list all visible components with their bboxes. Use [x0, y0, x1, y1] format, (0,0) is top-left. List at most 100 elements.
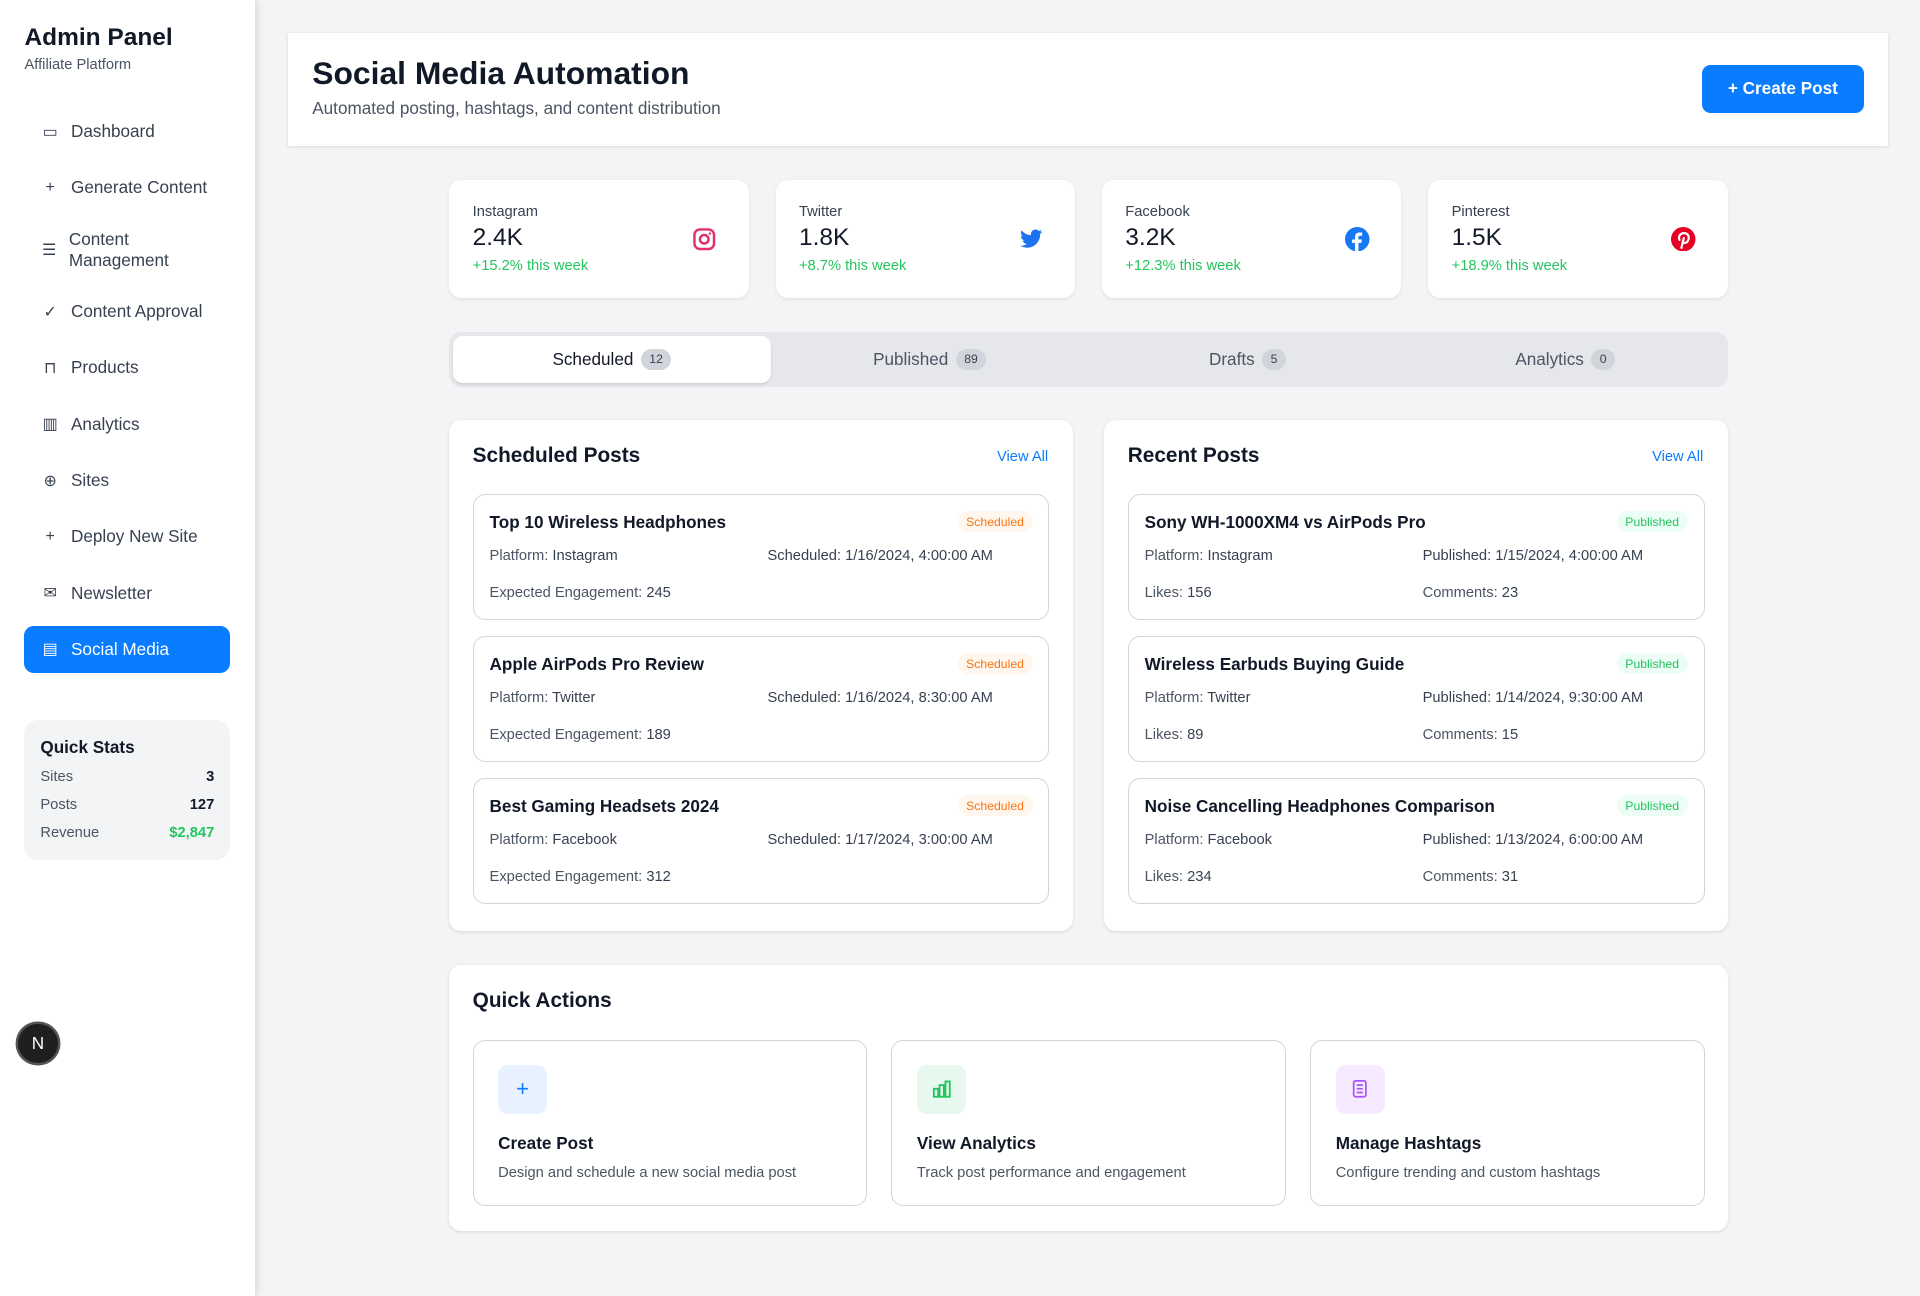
post-time: Published: 1/14/2024, 9:30:00 AM — [1423, 690, 1688, 706]
stat-card-facebook: Facebook 3.2K +12.3% this week — [1102, 180, 1402, 298]
sidebar-item-content-approval[interactable]: ✓ Content Approval — [24, 288, 230, 336]
tab-label: Drafts — [1208, 348, 1255, 369]
page-header: Social Media Automation Automated postin… — [287, 33, 1889, 146]
sidebar-item-newsletter[interactable]: ✉ Newsletter — [24, 569, 230, 617]
document-icon: ▤ — [42, 641, 58, 659]
field-label: Comments: — [1422, 584, 1498, 601]
sidebar-item-dashboard[interactable]: ▭ Dashboard — [24, 108, 230, 156]
stat-value: 3.2K — [1125, 224, 1176, 252]
status-badge: Scheduled — [957, 653, 1033, 675]
field-value: 1/17/2024, 3:00:00 AM — [845, 832, 993, 849]
quick-stats-title: Quick Stats — [40, 737, 135, 758]
shopping-bag-icon: ⊓ — [43, 359, 57, 377]
globe-icon: ⊕ — [43, 472, 57, 490]
tab-drafts[interactable]: Drafts 5 — [1089, 336, 1407, 384]
action-title: View Analytics — [916, 1133, 1036, 1154]
view-analytics-action[interactable]: View Analytics Track post performance an… — [891, 1040, 1286, 1206]
action-title: Manage Hashtags — [1335, 1133, 1482, 1154]
quick-stats: Quick Stats Sites 3 Posts 127 Revenue $2,84… — [24, 720, 231, 860]
view-all-scheduled-link[interactable]: View All — [997, 449, 1048, 465]
post-time: Published: 1/13/2024, 6:00:00 AM — [1423, 832, 1688, 848]
tab-count-badge: 0 — [1591, 348, 1616, 371]
stat-value: $2,847 — [169, 825, 215, 842]
sidebar-item-analytics[interactable]: ▥ Analytics — [24, 400, 230, 448]
post-card[interactable]: Apple AirPods Pro Review Scheduled Platf… — [472, 636, 1050, 763]
pinterest-icon — [1671, 226, 1696, 251]
status-badge: Published — [1616, 653, 1688, 675]
field-value: 1/16/2024, 4:00:00 AM — [845, 548, 993, 565]
post-card[interactable]: Noise Cancelling Headphones Comparison P… — [1127, 778, 1705, 905]
panel-title: Scheduled Posts — [472, 444, 641, 468]
brand: Admin Panel Affiliate Platform — [24, 24, 172, 73]
post-comments: Comments: 31 — [1423, 869, 1688, 885]
post-platform: Platform: Facebook — [1145, 832, 1423, 848]
field-value: Twitter — [1207, 690, 1251, 707]
tab-analytics[interactable]: Analytics 0 — [1406, 336, 1724, 384]
tab-label: Scheduled — [552, 348, 634, 369]
post-card[interactable]: Best Gaming Headsets 2024 Scheduled Plat… — [472, 778, 1050, 905]
quick-stat-row: Posts 127 — [40, 791, 214, 819]
status-badge: Scheduled — [957, 511, 1033, 533]
post-title: Noise Cancelling Headphones Comparison — [1144, 796, 1495, 817]
sidebar-item-label: Dashboard — [71, 121, 155, 142]
sidebar-item-label: Products — [71, 357, 139, 378]
create-post-button[interactable]: + Create Post — [1702, 64, 1864, 113]
instagram-icon — [693, 227, 716, 250]
facebook-icon — [1345, 226, 1370, 251]
sidebar-item-label: Deploy New Site — [71, 526, 198, 547]
field-value: Instagram — [552, 548, 618, 565]
stat-value: 2.4K — [472, 224, 523, 252]
field-label: Platform: — [1144, 832, 1204, 849]
post-time: Published: 1/15/2024, 4:00:00 AM — [1423, 548, 1688, 564]
quick-actions: Quick Actions + Create Post Design and s… — [449, 964, 1728, 1231]
stat-change: +12.3% this week — [1125, 258, 1241, 275]
sidebar-item-label: Content Approval — [71, 301, 203, 322]
post-platform: Platform: Instagram — [1145, 548, 1423, 564]
user-avatar-button[interactable]: N — [18, 1023, 58, 1063]
field-label: Expected Engagement: — [489, 584, 643, 601]
post-card[interactable]: Top 10 Wireless Headphones Scheduled Pla… — [472, 494, 1050, 621]
sidebar-item-label: Newsletter — [71, 582, 152, 603]
sidebar-item-generate-content[interactable]: + Generate Content — [24, 164, 230, 212]
stat-label: Pinterest — [1451, 204, 1510, 221]
tab-count-badge: 5 — [1262, 348, 1286, 371]
tab-count-badge: 12 — [640, 348, 672, 371]
sidebar-item-label: Social Media — [71, 638, 170, 659]
post-likes: Likes: 234 — [1145, 869, 1423, 885]
field-value: 15 — [1501, 726, 1519, 743]
stat-label: Posts — [40, 797, 78, 814]
sidebar-item-social-media[interactable]: ▤ Social Media — [24, 625, 231, 674]
stat-label: Instagram — [472, 204, 538, 221]
action-description: Design and schedule a new social media p… — [498, 1165, 797, 1182]
app-title: Admin Panel — [24, 24, 173, 52]
tab-published[interactable]: Published 89 — [771, 336, 1089, 384]
stat-value: 3 — [206, 769, 215, 786]
post-title: Wireless Earbuds Buying Guide — [1144, 654, 1405, 675]
page-subtitle: Automated posting, hashtags, and content… — [312, 98, 721, 119]
post-card[interactable]: Sony WH-1000XM4 vs AirPods Pro Published… — [1127, 494, 1705, 621]
sidebar-item-deploy-new-site[interactable]: + Deploy New Site — [24, 513, 230, 561]
post-platform: Platform: Twitter — [1145, 690, 1423, 706]
field-label: Expected Engagement: — [489, 868, 643, 885]
sidebar-item-content-management[interactable]: ☰ Content Management — [24, 220, 230, 279]
field-label: Likes: — [1144, 584, 1184, 601]
tab-scheduled[interactable]: Scheduled 12 — [453, 335, 771, 384]
create-post-action[interactable]: + Create Post Design and schedule a new … — [472, 1040, 867, 1206]
field-label: Comments: — [1422, 868, 1498, 885]
stat-value: 127 — [189, 797, 215, 814]
post-platform: Platform: Facebook — [490, 832, 768, 848]
manage-hashtags-action[interactable]: Manage Hashtags Configure trending and c… — [1310, 1040, 1705, 1206]
post-likes: Likes: 89 — [1145, 727, 1423, 743]
post-title: Top 10 Wireless Headphones — [489, 512, 727, 533]
check-circle-icon: ✓ — [43, 303, 57, 321]
view-all-recent-link[interactable]: View All — [1652, 449, 1703, 465]
status-badge: Published — [1616, 511, 1688, 533]
sidebar-item-label: Sites — [71, 470, 110, 491]
sidebar-item-sites[interactable]: ⊕ Sites — [24, 457, 230, 505]
stat-label: Twitter — [798, 204, 843, 221]
post-card[interactable]: Wireless Earbuds Buying Guide Published … — [1127, 636, 1705, 763]
field-label: Published: — [1422, 690, 1492, 707]
sidebar-item-products[interactable]: ⊓ Products — [24, 344, 230, 392]
action-title: Create Post — [498, 1133, 594, 1154]
plus-icon: + — [45, 178, 55, 196]
